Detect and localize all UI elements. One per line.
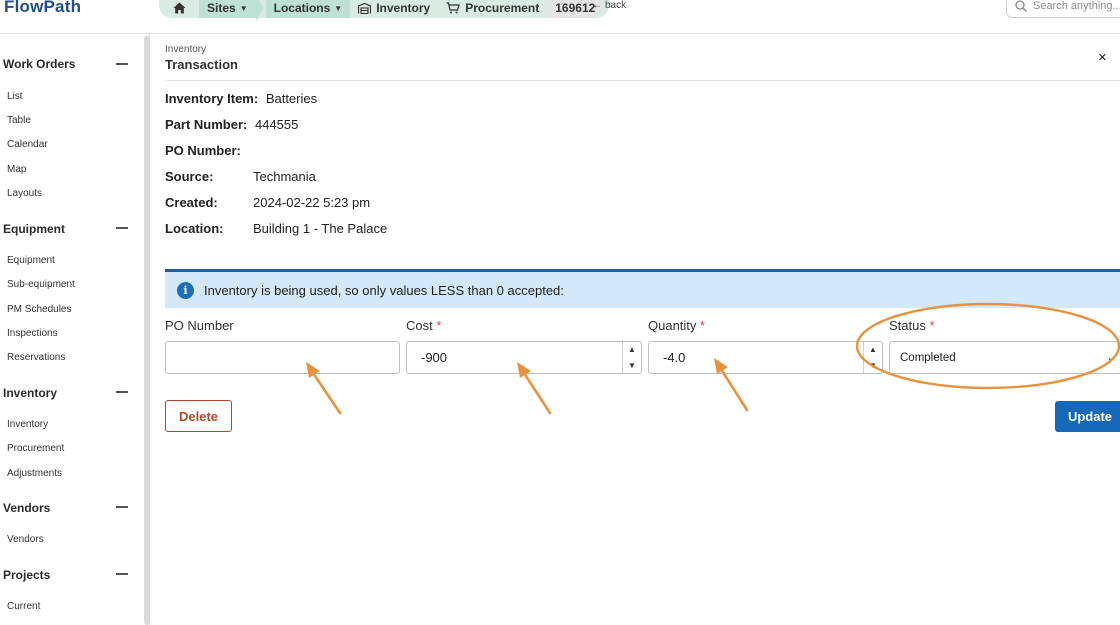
warehouse-icon [358,2,372,14]
sidebar-item-pm-schedules[interactable]: PM Schedules [7,304,71,315]
panel-kicker: Inventory [165,44,207,55]
po-number-label: PO Number: [165,143,241,158]
status-field-label: Status * [889,318,935,333]
sidebar-item-calendar[interactable]: Calendar [7,139,48,150]
search-input[interactable]: Search anything... [1006,0,1120,18]
stepper-up-icon[interactable]: ▲ [869,345,877,354]
location-label: Location: [165,221,224,236]
po-number-input[interactable] [165,341,400,374]
breadcrumb-inventory-label: Inventory [376,1,431,15]
breadcrumb-separator [255,0,264,21]
source-value: Techmania [253,169,316,184]
sidebar-item-layouts[interactable]: Layouts [7,188,42,199]
cost-field-label: Cost * [406,318,442,333]
top-bar: FlowPath Sites ▼ Locations ▼ Inventory P… [0,0,1120,34]
quantity-value: -4.0 [663,350,686,365]
caret-down-icon: ▼ [334,3,343,13]
collapse-icon[interactable] [116,227,128,229]
info-icon: i [177,281,194,299]
sidebar-section-work-orders[interactable]: Work Orders [3,57,75,71]
cost-input[interactable]: -900 ▲ ▼ [406,341,642,374]
sidebar-section-equipment[interactable]: Equipment [3,222,65,236]
sidebar-item-map[interactable]: Map [7,164,26,175]
collapse-icon[interactable] [116,506,128,508]
cost-value: -900 [421,350,448,365]
collapse-icon[interactable] [116,573,128,575]
info-alert: i Inventory is being used, so only value… [165,269,1120,308]
required-marker: * [436,318,442,333]
breadcrumb-procurement-label: Procurement [465,1,540,15]
collapse-icon[interactable] [116,63,128,65]
po-number-field-label: PO Number [165,318,234,333]
sidebar-item-vendors[interactable]: Vendors [7,534,44,545]
transaction-panel: Inventory Transaction × Inventory Item: … [152,34,1120,625]
location-value: Building 1 - The Palace [253,221,388,236]
search-icon [1015,0,1027,12]
delete-button[interactable]: Delete [165,400,232,432]
part-number-row: Part Number: 444555 [165,117,298,132]
sidebar-item-equipment[interactable]: Equipment [7,255,55,266]
breadcrumb: Sites ▼ Locations ▼ Inventory Procuremen… [159,0,610,21]
sidebar-item-inventory[interactable]: Inventory [7,419,48,430]
po-number-row: PO Number: [165,143,241,158]
sidebar-item-table[interactable]: Table [7,115,31,126]
sidebar-item-reservations[interactable]: Reservations [7,352,65,363]
sidebar-section-projects[interactable]: Projects [3,568,50,582]
part-number-value: 444555 [254,117,299,132]
cart-icon [446,2,461,14]
home-icon [173,2,186,14]
quantity-input[interactable]: -4.0 ▲ ▼ [648,341,883,374]
back-link[interactable]: ← back [592,0,626,11]
app-logo[interactable]: FlowPath [4,0,81,17]
caret-down-icon: ▼ [239,3,248,13]
sidebar-scrollbar[interactable] [144,36,150,625]
required-marker: * [929,318,935,333]
sidebar-item-inspections[interactable]: Inspections [7,328,58,339]
inventory-item-row: Inventory Item: Batteries [165,91,317,106]
sidebar-item-current[interactable]: Current [7,601,40,612]
quantity-field-label: Quantity * [648,318,706,333]
sidebar-section-inventory[interactable]: Inventory [3,386,57,400]
quantity-stepper[interactable]: ▲ ▼ [863,342,882,373]
source-label: Source: [165,169,214,184]
sidebar-item-procurement[interactable]: Procurement [7,443,64,454]
created-value: 2024-02-22 5:23 pm [253,195,371,210]
inventory-item-value: Batteries [265,91,318,106]
close-icon[interactable]: × [1098,49,1107,66]
sidebar-item-adjustments[interactable]: Adjustments [7,468,62,479]
update-button[interactable]: Update [1055,401,1120,432]
chevron-down-icon: ⌄ [1105,350,1116,364]
panel-title: Transaction [165,57,238,72]
stepper-down-icon[interactable]: ▼ [869,361,877,370]
back-label: back [605,0,627,11]
cost-stepper[interactable]: ▲ ▼ [622,342,641,373]
required-marker: * [700,318,706,333]
status-value: Completed [900,351,956,364]
arrow-left-icon: ← [592,0,602,11]
part-number-label: Part Number: [165,117,248,132]
breadcrumb-inventory[interactable]: Inventory [350,0,438,18]
breadcrumb-sites[interactable]: Sites ▼ [199,0,256,18]
collapse-icon[interactable] [116,391,128,393]
sidebar: Work Orders List Table Calendar Map Layo… [0,34,150,625]
sidebar-item-sub-equipment[interactable]: Sub-equipment [7,279,75,290]
breadcrumb-home[interactable] [165,0,199,18]
header-divider [165,80,1120,81]
alert-text: Inventory is being used, so only values … [204,282,564,298]
inventory-item-label: Inventory Item: [165,91,259,106]
search-placeholder: Search anything... [1033,0,1120,12]
breadcrumb-locations[interactable]: Locations ▼ [265,0,351,18]
breadcrumb-procurement[interactable]: Procurement [438,0,547,18]
status-select[interactable]: Completed ⌄ [889,341,1120,374]
stepper-up-icon[interactable]: ▲ [628,345,636,354]
sidebar-section-vendors[interactable]: Vendors [3,501,50,515]
created-label: Created: [165,195,218,210]
stepper-down-icon[interactable]: ▼ [628,361,636,370]
breadcrumb-sites-label: Sites [207,1,236,15]
breadcrumb-locations-label: Locations [273,1,331,15]
sidebar-item-list[interactable]: List [7,91,23,102]
